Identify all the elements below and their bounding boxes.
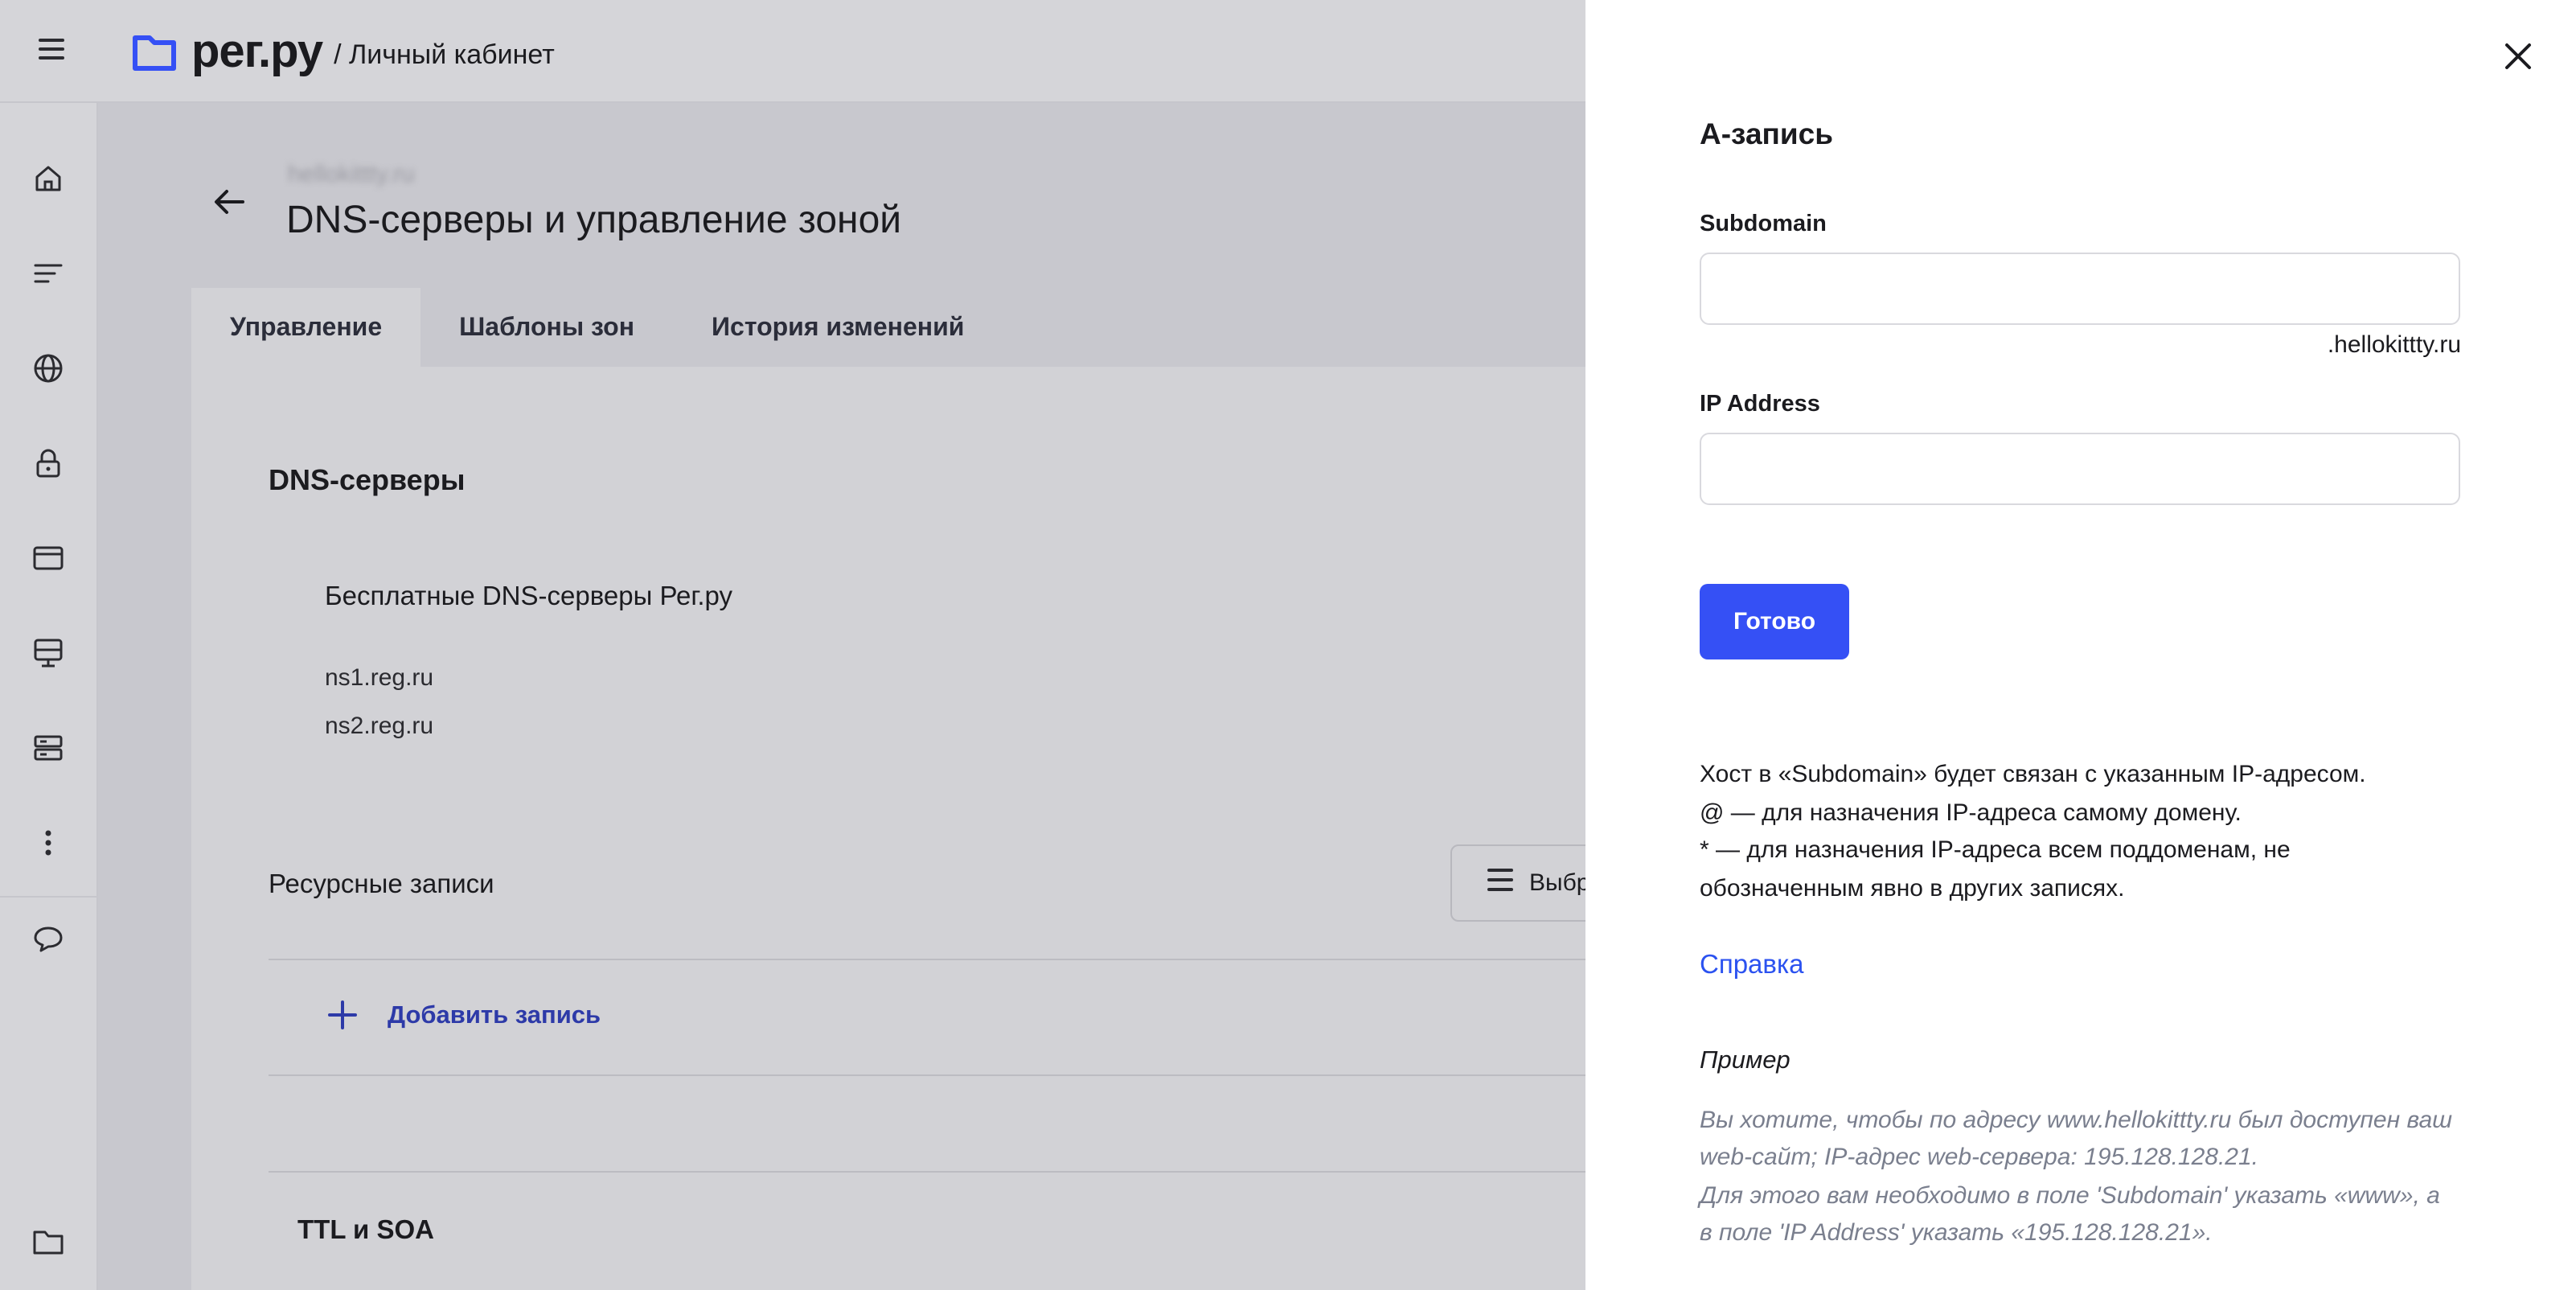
lock-icon[interactable]	[31, 446, 66, 481]
example-heading: Пример	[1700, 1046, 1790, 1074]
info-line: обозначенным явно в других записях.	[1700, 875, 2125, 902]
info-line: @ — для назначения IP-адреса самому доме…	[1700, 799, 2242, 826]
tab-zone-templates[interactable]: Шаблоны зон	[420, 288, 673, 367]
dns-servers-heading: DNS-серверы	[269, 463, 466, 496]
ip-address-input[interactable]	[1700, 433, 2460, 505]
add-record-label: Добавить запись	[388, 1000, 601, 1029]
brand-logo[interactable]: рег.ру / Личный кабинет	[132, 24, 555, 78]
subdomain-label: Subdomain	[1700, 211, 1827, 236]
subdomain-input[interactable]	[1700, 253, 2460, 325]
list-icon[interactable]	[31, 256, 66, 291]
server-icon[interactable]	[31, 730, 66, 766]
resource-records-heading: Ресурсные записи	[269, 869, 494, 898]
left-sidebar	[0, 103, 98, 1290]
domain-name-breadcrumb: hellokittty.ru	[288, 161, 415, 187]
info-line: * — для назначения IP-адреса всем поддом…	[1700, 836, 2291, 863]
home-icon[interactable]	[31, 161, 66, 196]
folder-icon[interactable]	[31, 1224, 66, 1259]
panel-title: A-запись	[1700, 117, 1833, 150]
plus-icon	[328, 1000, 357, 1029]
top-bar: рег.ру / Личный кабинет	[0, 0, 1585, 103]
ns1-value: ns1.reg.ru	[325, 664, 434, 691]
example-line: web-сайт; IP-адрес web-сервера: 195.128.…	[1700, 1144, 2259, 1170]
folder-logo-icon	[133, 35, 176, 71]
subdomain-suffix: .hellokittty.ru	[2327, 331, 2461, 358]
menu-icon[interactable]	[39, 39, 64, 61]
brand-name: рег.ру	[191, 25, 323, 77]
add-record-button[interactable]: Добавить запись	[325, 997, 601, 1033]
tab-change-history[interactable]: История изменений	[673, 288, 1003, 367]
example-line: Для этого вам необходимо в поле 'Subdoma…	[1700, 1182, 2440, 1209]
page-title: DNS-серверы и управление зоной	[286, 199, 902, 241]
ip-address-label: IP Address	[1700, 391, 1820, 417]
sidebar-divider	[0, 896, 96, 898]
more-icon[interactable]	[31, 825, 66, 861]
management-card	[191, 367, 1585, 1290]
select-records-label: Выбр	[1529, 869, 1590, 896]
chat-icon[interactable]	[31, 922, 66, 957]
tab-bar: Управление Шаблоны зон История изменений	[191, 288, 1003, 367]
divider	[269, 959, 1585, 960]
globe-icon[interactable]	[31, 351, 66, 386]
ttl-soa-heading: TTL и SOA	[297, 1214, 435, 1244]
help-link[interactable]: Справка	[1700, 949, 1803, 980]
monitor-icon[interactable]	[31, 635, 66, 671]
back-arrow-icon[interactable]	[211, 183, 248, 220]
example-line: в поле 'IP Address' указать «195.128.128…	[1700, 1219, 2213, 1246]
divider	[269, 1171, 1585, 1173]
example-line: Вы хотите, чтобы по адресу www.hellokitt…	[1700, 1107, 2453, 1133]
info-line: Хост в «Subdomain» будет связан с указан…	[1700, 761, 2366, 787]
tab-management[interactable]: Управление	[191, 288, 421, 367]
free-dns-servers-label: Бесплатные DNS-серверы Рег.ру	[325, 581, 733, 610]
close-icon[interactable]	[2502, 40, 2534, 72]
done-button[interactable]: Готово	[1700, 584, 1849, 659]
filter-lines-icon	[1487, 869, 1513, 898]
divider	[269, 1074, 1585, 1076]
browser-window-icon[interactable]	[31, 540, 66, 576]
ns2-value: ns2.reg.ru	[325, 713, 434, 739]
section-name: / Личный кабинет	[334, 39, 555, 70]
